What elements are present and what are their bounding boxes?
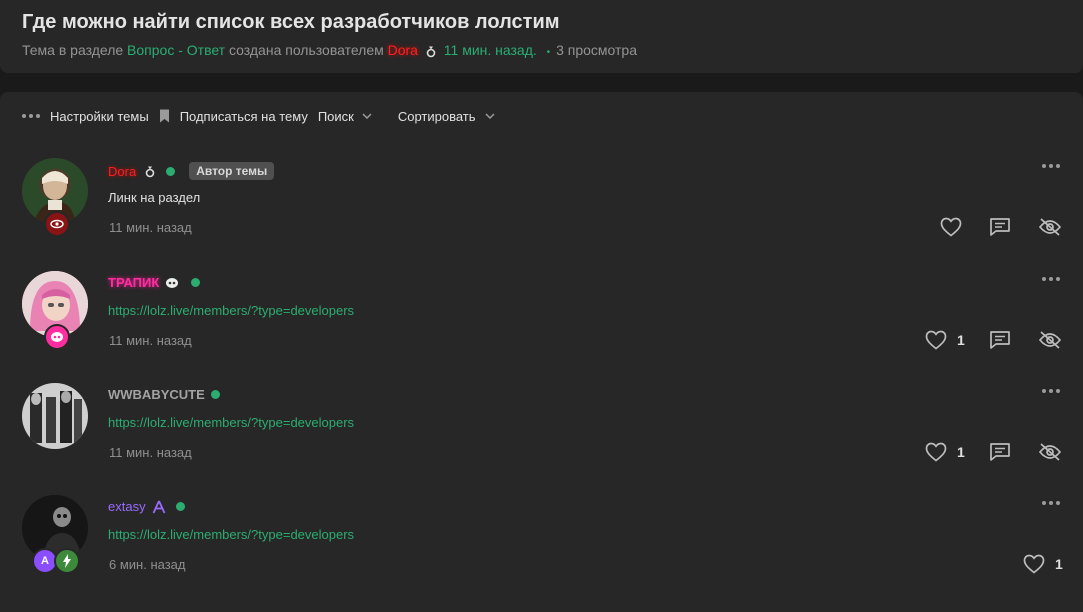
rank-icon	[152, 500, 166, 514]
post-author-name: Dora	[108, 163, 137, 179]
thread-meta: Тема в разделе Вопрос - Ответ создана по…	[22, 42, 637, 58]
like-button[interactable]: 1	[925, 442, 965, 462]
meta-separator: •	[546, 47, 551, 58]
thread-author-link[interactable]: Dora	[388, 42, 418, 58]
post-link[interactable]: https://lolz.live/members/?type=develope…	[108, 415, 354, 430]
hide-post-button[interactable]	[1038, 442, 1062, 462]
thread-title: Где можно найти список всех разработчико…	[22, 11, 560, 33]
post-time[interactable]: 6 мин. назад	[109, 557, 185, 572]
chevron-down-icon	[362, 113, 372, 119]
comment-icon	[989, 217, 1011, 237]
post-menu-button[interactable]	[1042, 389, 1060, 393]
online-indicator	[210, 390, 220, 399]
post-actions	[940, 217, 1062, 237]
sort-dropdown[interactable]: Сортировать	[398, 109, 495, 124]
thread-settings-button[interactable]: Настройки темы	[22, 109, 149, 124]
ellipsis-icon	[22, 114, 40, 118]
thread-views: 3 просмотра	[556, 42, 637, 58]
heart-icon	[925, 442, 947, 462]
eye-off-icon	[1038, 217, 1062, 237]
user-group-badge	[44, 211, 70, 237]
avatar[interactable]	[22, 495, 88, 561]
like-count: 1	[957, 332, 965, 348]
heart-icon	[940, 217, 962, 237]
eye-off-icon	[1038, 442, 1062, 462]
heart-icon	[925, 330, 947, 350]
bookmark-icon	[159, 109, 170, 123]
subscribe-label: Подписаться на тему	[179, 108, 308, 124]
meta-prefix: Тема в разделе	[22, 42, 124, 58]
avatar[interactable]	[22, 383, 88, 449]
reply-button[interactable]	[989, 442, 1011, 462]
post-author[interactable]: extasy	[108, 499, 185, 514]
comment-icon	[989, 442, 1011, 462]
online-indicator	[166, 166, 176, 176]
post-author-name: WWBABYCUTE	[108, 387, 205, 402]
like-button[interactable]	[940, 217, 962, 237]
user-group-badge	[44, 324, 70, 350]
post-link[interactable]: https://lolz.live/members/?type=develope…	[108, 303, 354, 318]
post-item: Dora Автор темы Линк на раздел 11 мин. н…	[0, 158, 1083, 270]
lightning-badge	[54, 548, 80, 574]
post-time[interactable]: 11 мин. назад	[109, 220, 192, 235]
post-menu-button[interactable]	[1042, 501, 1060, 505]
author-badge: Автор темы	[189, 162, 275, 180]
rank-icon	[425, 45, 437, 58]
chevron-down-icon	[485, 113, 495, 119]
comment-icon	[989, 330, 1011, 350]
sort-label: Сортировать	[397, 108, 476, 124]
post-link[interactable]: https://lolz.live/members/?type=develope…	[108, 527, 354, 542]
like-button[interactable]: 1	[925, 330, 965, 350]
post-time[interactable]: 11 мин. назад	[109, 445, 192, 460]
like-button[interactable]: 1	[1023, 554, 1063, 574]
post-actions: 1	[925, 442, 1062, 462]
post-author-name: ТРАПИК	[108, 275, 160, 290]
eye-off-icon	[1038, 330, 1062, 350]
post-actions: 1	[925, 330, 1062, 350]
reply-button[interactable]	[989, 217, 1011, 237]
search-dropdown[interactable]: Поиск	[318, 109, 372, 124]
hide-post-button[interactable]	[1038, 217, 1062, 237]
post-item: A extasy https://lolz.live/members/?type…	[0, 495, 1083, 607]
post-author-name: extasy	[108, 499, 146, 514]
like-count: 1	[957, 444, 965, 460]
thread-toolbar: Настройки темы Подписаться на тему Поиск…	[22, 108, 495, 124]
like-count: 1	[1055, 556, 1063, 572]
post-actions: 1	[1023, 554, 1063, 574]
hide-post-button[interactable]	[1038, 330, 1062, 350]
post-author[interactable]: WWBABYCUTE	[108, 387, 220, 402]
post-author[interactable]: Dora Автор темы	[108, 162, 275, 180]
heart-icon	[1023, 554, 1045, 574]
post-item: ТРАПИК https://lolz.live/members/?type=d…	[0, 271, 1083, 383]
online-indicator	[191, 278, 201, 287]
post-menu-button[interactable]	[1042, 277, 1060, 281]
post-content: Линк на раздел	[108, 190, 201, 205]
rank-icon	[144, 165, 156, 178]
online-indicator	[175, 502, 185, 511]
post-item: WWBABYCUTE https://lolz.live/members/?ty…	[0, 383, 1083, 495]
meta-created-by: создана пользователем	[228, 42, 384, 58]
section-link[interactable]: Вопрос - Ответ	[127, 42, 225, 58]
rank-icon	[165, 277, 179, 289]
post-menu-button[interactable]	[1042, 164, 1060, 168]
reply-button[interactable]	[989, 330, 1011, 350]
post-author[interactable]: ТРАПИК	[108, 275, 201, 290]
thread-settings-label: Настройки темы	[50, 108, 149, 124]
search-label: Поиск	[317, 108, 354, 124]
post-time[interactable]: 11 мин. назад	[109, 333, 192, 348]
thread-time: 11 мин. назад.	[443, 42, 537, 58]
subscribe-button[interactable]: Подписаться на тему	[159, 109, 308, 124]
